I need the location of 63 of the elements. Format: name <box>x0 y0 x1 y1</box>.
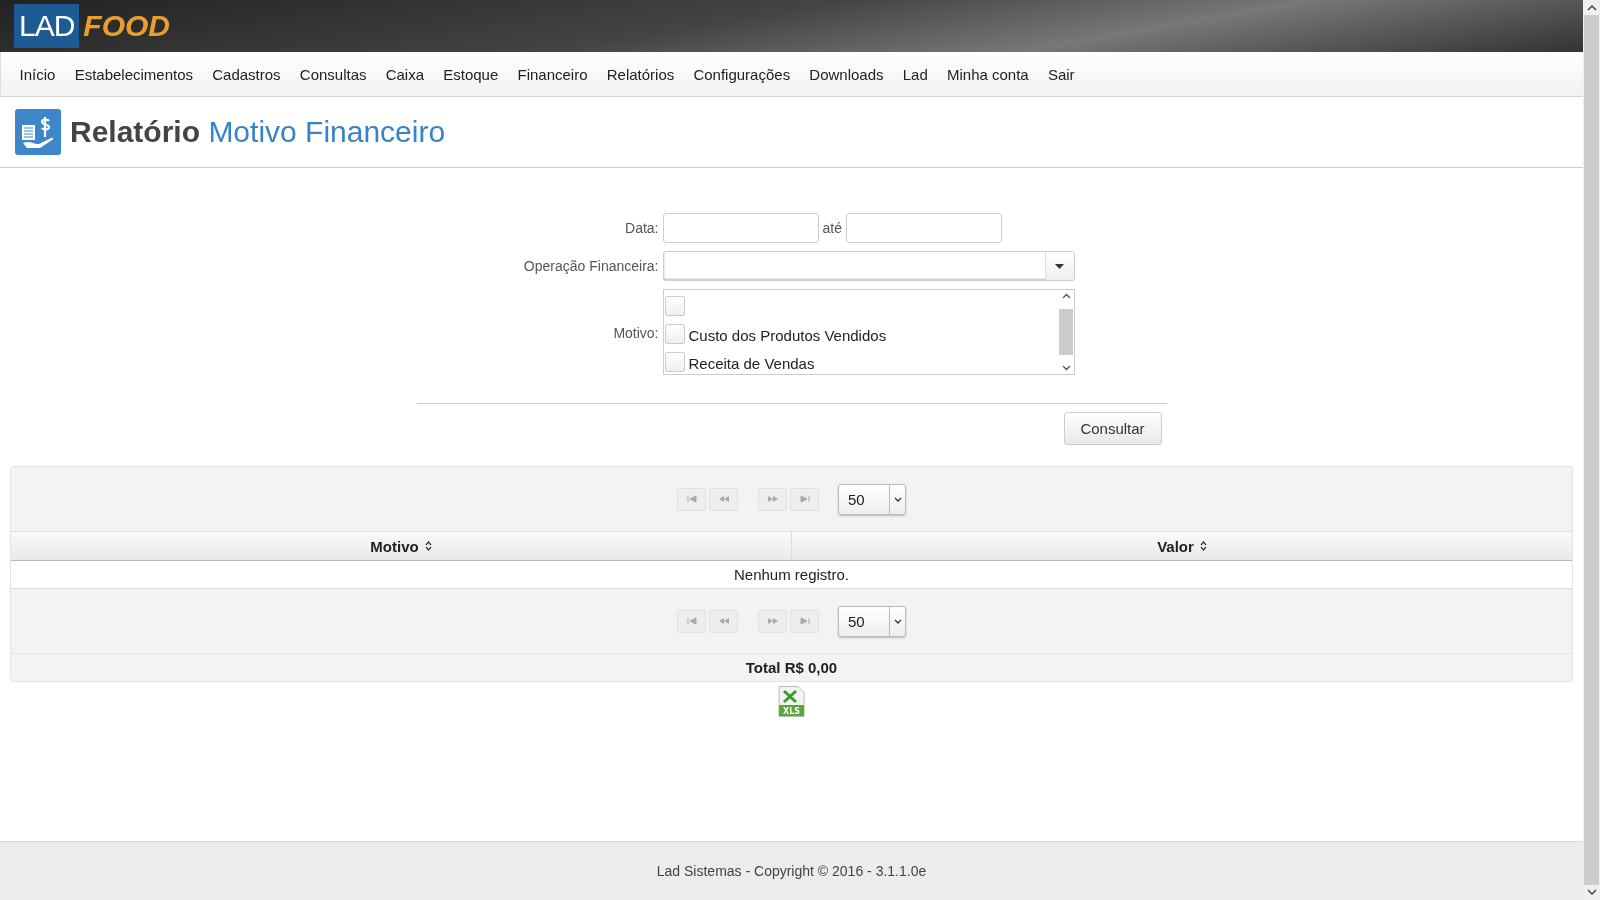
empty-message: Nenhum registro. <box>733 566 850 583</box>
scroll-down-icon[interactable] <box>1061 365 1071 371</box>
next-page-icon <box>766 495 779 503</box>
field-label: Motivo: <box>612 324 660 341</box>
prev-page-icon <box>717 495 730 503</box>
operation-dropdown[interactable] <box>662 251 1075 281</box>
page-scrollbar[interactable] <box>1583 0 1600 900</box>
scroll-up-icon[interactable] <box>1586 4 1597 11</box>
logo-text[interactable]: LAD <box>14 4 80 48</box>
date-from-field[interactable] <box>662 213 819 243</box>
checkbox[interactable] <box>664 324 685 344</box>
nav-link[interactable]: Financeiro <box>507 65 598 83</box>
field-label: Data: <box>624 220 660 236</box>
nav-link[interactable]: Caixa <box>376 65 434 83</box>
last-page-icon <box>798 617 811 625</box>
checkbox[interactable] <box>664 352 685 372</box>
nav-link[interactable]: Estabelecimentos <box>65 65 203 83</box>
nav-link[interactable]: Minha conta <box>937 65 1039 83</box>
prev-page-button[interactable] <box>709 487 738 511</box>
date-to-field[interactable] <box>845 213 1002 243</box>
caret-icon <box>1055 263 1064 269</box>
checkbox-label: Custo dos Produtos Vendidos <box>688 327 887 344</box>
chevron-down-icon <box>893 618 902 624</box>
scroll-down-icon[interactable] <box>1586 889 1597 896</box>
money-hand-icon <box>15 109 61 155</box>
last-page-icon <box>798 495 811 503</box>
page-size-dropdown[interactable]: 50 <box>838 483 906 515</box>
nav-link[interactable]: Sair <box>1038 65 1085 83</box>
first-page-icon <box>685 617 698 625</box>
checkbox-label: Receita de Vendas <box>688 355 815 372</box>
page-title: Relatório Motivo Financeiro <box>70 115 446 149</box>
nav-link[interactable]: Configurações <box>683 65 800 83</box>
prev-page-icon <box>717 617 730 625</box>
last-page-button[interactable] <box>790 609 819 633</box>
sort-icon[interactable] <box>424 541 432 551</box>
next-page-icon <box>766 617 779 625</box>
consultar-button[interactable]: Consultar <box>1063 412 1162 445</box>
column-header[interactable]: Valor <box>791 532 1572 560</box>
prev-page-button[interactable] <box>709 609 738 633</box>
page-size-dropdown[interactable]: 50 <box>838 605 906 637</box>
logo-text[interactable]: FOOD <box>79 4 171 48</box>
field-label: até <box>821 220 843 236</box>
copyright-text: Lad Sistemas - Copyright © 2016 - 3.1.1.0e <box>656 863 927 879</box>
first-page-button[interactable] <box>677 487 706 511</box>
last-page-button[interactable] <box>790 487 819 511</box>
next-page-button[interactable] <box>758 609 787 633</box>
field-label: Operação Financeira: <box>522 258 660 274</box>
nav-link[interactable]: Consultas <box>290 65 377 83</box>
next-page-button[interactable] <box>758 487 787 511</box>
nav-link[interactable]: Downloads <box>799 65 894 83</box>
nav-link[interactable]: Início <box>10 65 66 83</box>
scroll-up-icon[interactable] <box>1061 293 1071 299</box>
first-page-button[interactable] <box>677 609 706 633</box>
sort-icon[interactable] <box>1199 541 1207 551</box>
nav-link[interactable]: Cadastros <box>202 65 291 83</box>
chevron-down-icon <box>893 496 902 502</box>
first-page-icon <box>685 495 698 503</box>
total-text: Total R$ 0,00 <box>745 659 838 676</box>
nav-link[interactable]: Estoque <box>433 65 508 83</box>
nav-link[interactable]: Lad <box>893 65 938 83</box>
checkbox[interactable] <box>664 296 685 316</box>
column-header[interactable]: Motivo <box>11 532 791 560</box>
nav-link[interactable]: Relatórios <box>597 65 684 83</box>
